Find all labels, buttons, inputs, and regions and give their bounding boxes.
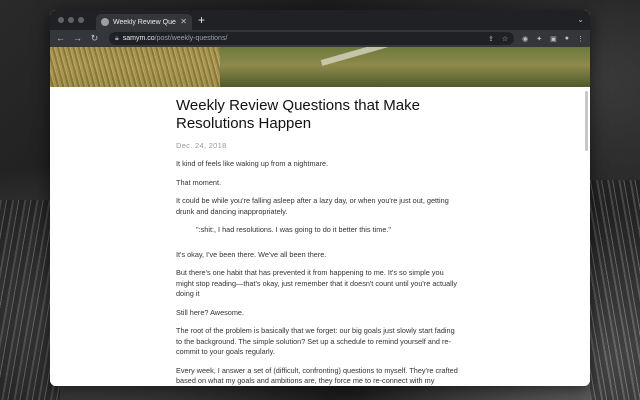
- close-window-button[interactable]: [58, 17, 64, 23]
- tab-title: Weekly Review Questions tha: [113, 18, 176, 26]
- profile-avatar-icon[interactable]: ●: [565, 35, 569, 43]
- favicon-icon: [101, 18, 109, 26]
- article-date: Dec. 24, 2018: [176, 141, 227, 150]
- paragraph: It could be while you're falling asleep …: [176, 196, 449, 216]
- address-bar[interactable]: 🔒︎ samym.co/post/weekly-questions/ ⇪ ☆: [109, 32, 515, 45]
- minimize-window-button[interactable]: [68, 17, 74, 23]
- article-title: Weekly Review Questions that Make Resolu…: [176, 97, 420, 132]
- extension-icon[interactable]: ◉: [522, 35, 528, 43]
- tab-bar: Weekly Review Questions tha ✕ + ⌄: [50, 10, 590, 30]
- paragraph: Every week, I answer a set of (difficult…: [176, 365, 458, 386]
- paragraph: It's okay, I've been there. We've all be…: [176, 249, 327, 259]
- scrollbar[interactable]: [585, 91, 588, 151]
- tab-search-icon[interactable]: ⌄: [577, 15, 584, 24]
- browser-window: Weekly Review Questions tha ✕ + ⌄ ← → ↻ …: [50, 10, 590, 386]
- paragraph: But there's one habit that has prevented…: [176, 268, 458, 298]
- url-path: /post/weekly-questions/: [154, 35, 228, 42]
- new-tab-button[interactable]: +: [198, 14, 205, 26]
- puzzle-extensions-icon[interactable]: ✦: [536, 35, 542, 43]
- forward-icon[interactable]: →: [73, 34, 82, 43]
- hero-image: [50, 47, 590, 87]
- paragraph: That moment.: [176, 177, 222, 187]
- url-domain: samym.co: [122, 35, 155, 42]
- maximize-window-button[interactable]: [78, 17, 84, 23]
- extension-icons: ◉ ✦ ▣ ● ⋮: [522, 35, 584, 43]
- bookmark-star-icon[interactable]: ☆: [502, 35, 508, 43]
- paragraph: The root of the problem is basically tha…: [176, 326, 455, 356]
- article: Weekly Review Questions that Make Resolu…: [176, 87, 462, 386]
- paragraph: It kind of feels like waking up from a n…: [176, 159, 329, 168]
- page-viewport: Weekly Review Questions that Make Resolu…: [50, 47, 590, 386]
- share-icon[interactable]: ⇪: [488, 35, 494, 43]
- reload-icon[interactable]: ↻: [90, 34, 99, 43]
- side-panel-icon[interactable]: ▣: [550, 35, 557, 43]
- window-controls: [58, 17, 84, 23]
- lock-icon: 🔒︎: [115, 34, 119, 42]
- tab-active[interactable]: Weekly Review Questions tha ✕: [96, 14, 192, 30]
- close-tab-icon[interactable]: ✕: [180, 18, 187, 26]
- back-icon[interactable]: ←: [56, 34, 65, 43]
- blockquote: ":shit:, I had resolutions. I was going …: [196, 225, 391, 234]
- more-menu-icon[interactable]: ⋮: [577, 35, 584, 43]
- url-text: samym.co/post/weekly-questions/: [123, 35, 228, 42]
- paragraph: Still here? Awesome.: [176, 307, 245, 317]
- omnibox-actions: ⇪ ☆: [488, 35, 508, 43]
- browser-toolbar: ← → ↻ 🔒︎ samym.co/post/weekly-questions/…: [50, 30, 590, 47]
